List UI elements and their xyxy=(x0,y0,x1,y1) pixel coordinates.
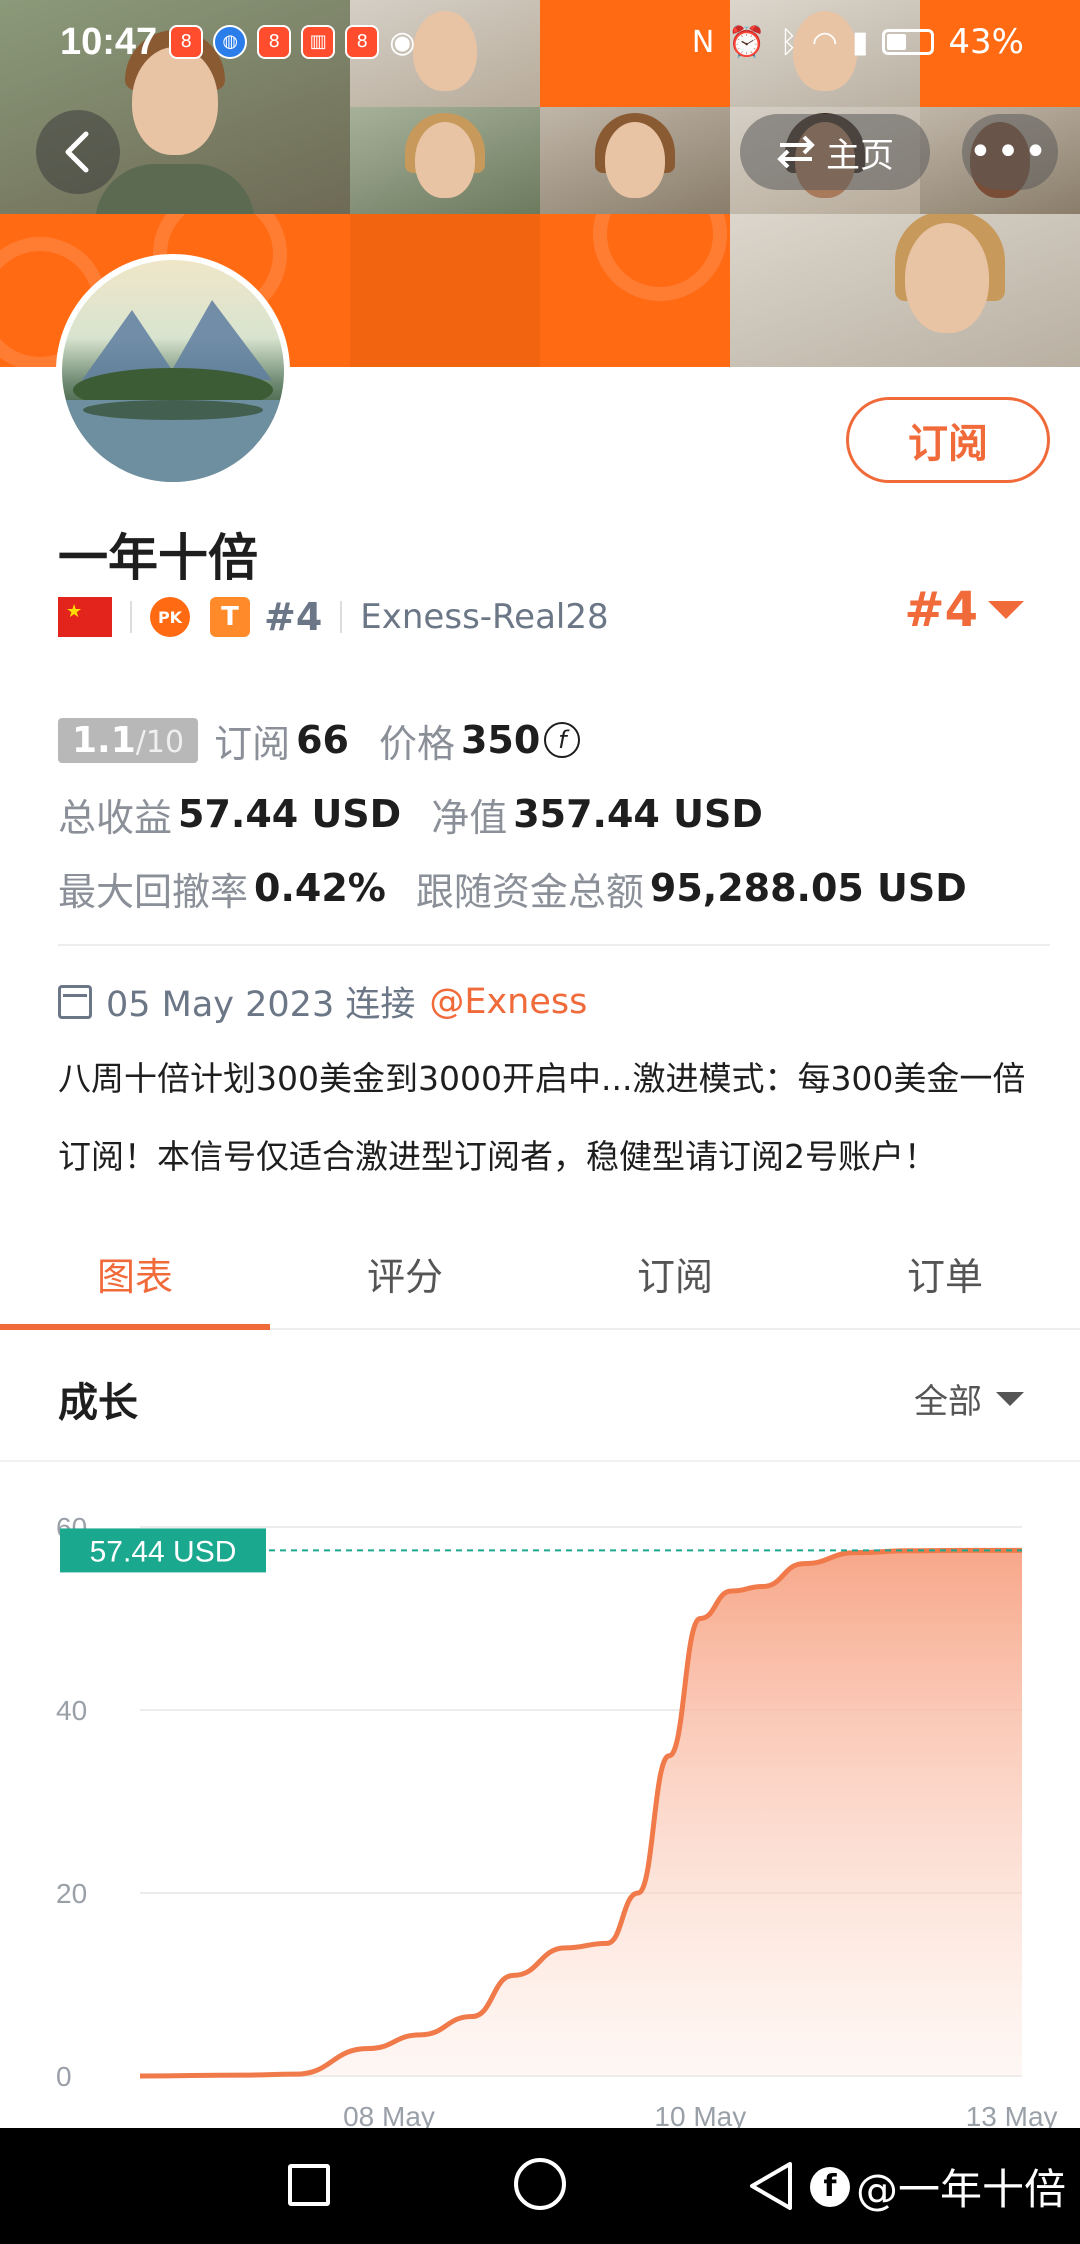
avatar-image xyxy=(62,260,284,482)
alarm-icon: ⏰ xyxy=(728,24,766,60)
price-value: 350 xyxy=(460,718,541,762)
photo-face xyxy=(605,121,665,198)
banner-pattern-tile xyxy=(540,214,730,367)
tab-subscribe[interactable]: 订阅 xyxy=(540,1218,810,1328)
banner-photo-tile xyxy=(540,107,730,214)
banner-pattern-tile xyxy=(350,214,540,367)
back-icon[interactable] xyxy=(746,2160,796,2212)
eye-icon: ◉ xyxy=(389,24,416,60)
total-profit-label: 总收益 xyxy=(58,795,173,840)
subscribe-label: 订阅 xyxy=(908,421,988,467)
divider xyxy=(58,944,1050,946)
range-filter-dropdown[interactable]: 全部 xyxy=(914,1374,1024,1423)
growth-title: 成长 xyxy=(58,1380,138,1426)
y-tick-label: 0 xyxy=(56,2061,72,2092)
profile-name: 一年十倍 xyxy=(58,529,258,587)
avatar[interactable] xyxy=(56,254,290,488)
calendar-icon xyxy=(58,984,92,1019)
server-name: Exness-Real28 xyxy=(360,597,609,637)
tab-orders[interactable]: 订单 xyxy=(810,1218,1080,1328)
stat-row-drawdown: 最大回撤率 0.42% 跟随资金总额 95,288.05 USD xyxy=(58,858,967,918)
tag-divider xyxy=(130,601,132,633)
y-tick-label: 40 xyxy=(56,1695,87,1726)
pk-fire-icon: PK xyxy=(150,597,190,637)
landscape-image xyxy=(62,300,284,482)
swap-icon xyxy=(777,135,815,169)
book-icon: ▥ xyxy=(301,24,336,59)
equity-label: 净值 xyxy=(431,795,508,840)
current-value-label: 57.44 USD xyxy=(90,1535,237,1568)
battery-percent: 43% xyxy=(948,22,1024,62)
range-filter-label: 全部 xyxy=(914,1382,982,1422)
t-badge-icon: T xyxy=(210,597,250,637)
price-label: 价格 xyxy=(378,721,455,766)
wifi-icon: ◠ xyxy=(811,24,838,60)
system-nav-bar: f @一年十倍 xyxy=(0,2128,1080,2244)
growth-area xyxy=(140,1550,1022,2076)
status-time: 10:47 xyxy=(60,20,158,63)
subscribe-button[interactable]: 订阅 xyxy=(846,397,1050,483)
caret-down-icon xyxy=(996,1391,1024,1406)
equity-value: 357.44 USD xyxy=(513,792,763,836)
follow-funds-value: 95,288.05 USD xyxy=(649,866,967,910)
pattern-rings xyxy=(593,214,727,301)
china-flag-icon: ★ xyxy=(58,597,112,637)
system-icons: N ⏰ ᛒ ◠ ▮ 43% xyxy=(692,22,1024,62)
app-icon: 8 xyxy=(169,24,204,59)
chevron-left-icon xyxy=(65,131,89,173)
follow-funds-label: 跟随资金总额 xyxy=(415,869,644,914)
subs-label: 订阅 xyxy=(214,721,291,766)
app-icon: 8 xyxy=(345,24,380,59)
watermark-text: @一年十倍 xyxy=(855,2165,1066,2214)
nfc-icon: N xyxy=(691,24,715,60)
recent-apps-icon[interactable] xyxy=(288,2164,330,2206)
rank-label: #4 xyxy=(264,595,323,639)
photo-body xyxy=(95,164,255,214)
back-button[interactable] xyxy=(36,110,120,194)
more-icon: ••• xyxy=(968,129,1052,175)
more-button[interactable]: ••• xyxy=(962,114,1058,190)
notification-icons: 8 ◍ 8 ▥ 8 ◉ xyxy=(169,24,416,60)
subs-value: 66 xyxy=(296,718,349,762)
score-badge: 1.1/10 xyxy=(58,717,199,763)
banner-photo-tile xyxy=(350,107,540,214)
app-icon: 8 xyxy=(257,24,292,59)
drawdown-value: 0.42% xyxy=(254,866,386,910)
stat-row-profit: 总收益 57.44 USD 净值 357.44 USD xyxy=(58,784,967,844)
battery-icon xyxy=(882,29,935,55)
watermark: f @一年十倍 xyxy=(809,2156,1066,2217)
y-tick-label: 20 xyxy=(56,1878,87,1909)
photo-face xyxy=(905,223,989,334)
home-icon[interactable] xyxy=(514,2158,566,2210)
tab-bar: 图表 评分 订阅 订单 xyxy=(0,1218,1080,1330)
tag-divider xyxy=(340,601,343,633)
growth-chart-svg: 0204060 08 May 10 May 13 May 57.44 USD xyxy=(56,1512,1058,2132)
drawdown-label: 最大回撤率 xyxy=(58,869,249,914)
home-button[interactable]: 主页 xyxy=(740,114,930,190)
total-profit-value: 57.44 USD xyxy=(178,792,402,836)
connection-info: 05 May 2023 连接 @Exness xyxy=(58,976,587,1027)
photo-face xyxy=(415,121,475,198)
connection-date: 05 May 2023 连接 xyxy=(106,985,416,1025)
banner-photo-tile xyxy=(730,214,1080,367)
rank-big-label: #4 xyxy=(904,582,978,638)
broker-link[interactable]: @Exness xyxy=(429,982,587,1022)
status-bar: 10:47 8 ◍ 8 ▥ 8 ◉ N ⏰ ᛒ ◠ ▮ 43% xyxy=(0,0,1080,84)
tab-chart[interactable]: 图表 xyxy=(0,1218,270,1330)
signal-icon: ▮ xyxy=(851,24,869,60)
caret-down-icon xyxy=(988,601,1024,619)
browser-icon: ◍ xyxy=(213,24,248,59)
stat-row-score: 1.1/10 订阅 66 价格 350 f xyxy=(58,710,967,770)
stats-block: 1.1/10 订阅 66 价格 350 f 总收益 57.44 USD 净值 3… xyxy=(58,710,967,932)
tab-rating[interactable]: 评分 xyxy=(270,1218,540,1328)
rank-dropdown[interactable]: #4 xyxy=(904,582,1024,638)
profile-tags: ★ PK T #4 Exness-Real28 xyxy=(58,594,609,640)
signal-description: 八周十倍计划300美金到3000开启中...激进模式：每300美金一倍订阅！本信… xyxy=(58,1059,1026,1176)
currency-f-icon: f xyxy=(544,722,581,758)
home-label: 主页 xyxy=(826,135,894,176)
growth-chart[interactable]: 0 20 40 60 08 May 10 May 13 May 57.44 USD xyxy=(0,1460,1080,2132)
bluetooth-icon: ᛒ xyxy=(779,24,798,60)
facebook-icon: f xyxy=(809,2166,850,2207)
